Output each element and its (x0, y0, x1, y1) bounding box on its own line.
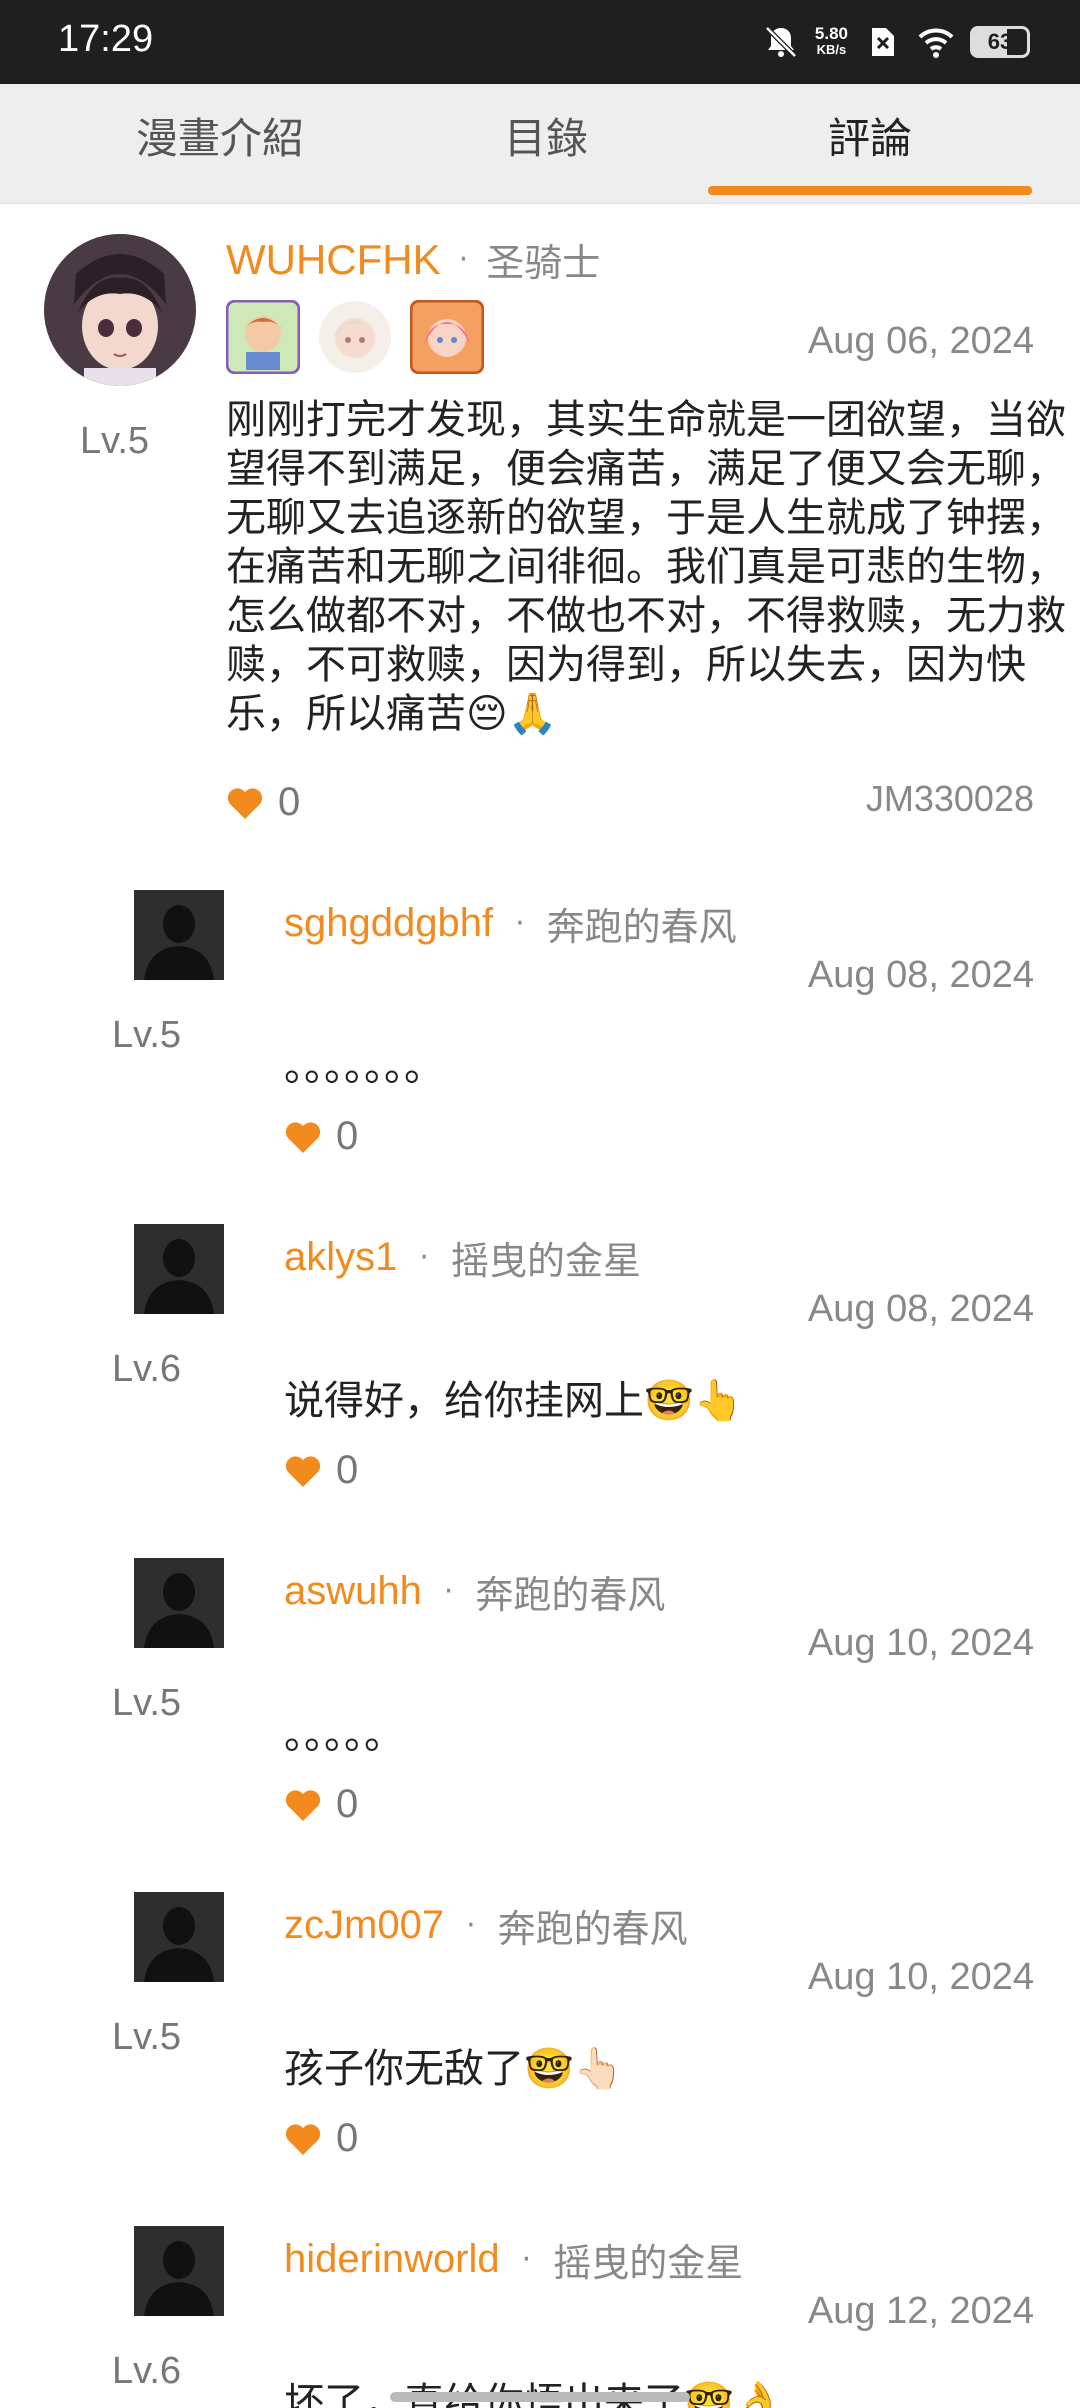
like-count: 0 (336, 1114, 359, 1158)
badge-icon[interactable] (318, 300, 392, 374)
heart-icon (285, 1121, 321, 1153)
reply-item: Lv.6 aklys1 · 摇曳的金星 Aug 08, 2024 说得好，给你挂… (0, 1224, 1080, 1558)
heart-icon (285, 2123, 321, 2155)
user-level: Lv.5 (112, 1014, 182, 1056)
separator-dot: · (443, 1574, 454, 1609)
comment-header: aswuhh · 奔跑的春风 (284, 1564, 665, 1619)
comment-date: Aug 08, 2024 (807, 954, 1034, 996)
comic-id[interactable]: JM330028 (866, 778, 1034, 820)
comment-date: Aug 06, 2024 (807, 320, 1034, 362)
comment-text: 刚刚打完才发现，其实生命就是一团欲望，当欲望得不到满足，便会痛苦，满足了便又会无… (226, 397, 1066, 737)
status-icons: 5.80 KB/s 63 (761, 20, 1030, 64)
avatar[interactable] (134, 1224, 224, 1314)
user-rank: 奔跑的春风 (475, 1573, 666, 1617)
comment-text: 。。。。。 (284, 1712, 404, 1758)
default-avatar-icon (134, 890, 224, 980)
separator-dot: · (458, 242, 469, 277)
user-rank: 摇曳的金星 (450, 1239, 641, 1283)
like-button[interactable]: 0 (226, 780, 300, 825)
default-avatar-icon (134, 1224, 224, 1314)
avatar[interactable] (134, 890, 224, 980)
like-count: 0 (278, 780, 301, 824)
comment-text: 。。。。。。。 (284, 1044, 444, 1090)
separator-dot: · (515, 906, 525, 941)
clock: 17:29 (58, 18, 154, 60)
wifi-icon (918, 28, 954, 58)
tab-contents[interactable]: 目錄 (386, 84, 706, 204)
default-avatar-icon (134, 1558, 224, 1648)
sim-off-icon (872, 28, 894, 56)
username[interactable]: aklys1 (284, 1235, 397, 1280)
comment-header: aklys1 · 摇曳的金星 (284, 1230, 641, 1285)
active-tab-indicator (708, 186, 1032, 195)
comment-header: WUHCFHK · 圣骑士 (226, 232, 600, 287)
anime-avatar-icon (44, 234, 196, 386)
avatar[interactable] (44, 234, 196, 386)
like-count: 0 (336, 1782, 359, 1826)
user-rank: 圣骑士 (486, 241, 601, 285)
comment-date: Aug 10, 2024 (807, 1956, 1034, 1998)
home-indicator[interactable] (390, 2392, 690, 2402)
heart-icon (285, 1455, 321, 1487)
avatar[interactable] (134, 2226, 224, 2316)
comment-header: sghgddgbhf · 奔跑的春风 (284, 896, 737, 951)
tab-comic-intro[interactable]: 漫畫介紹 (60, 84, 380, 204)
like-button[interactable]: 0 (284, 1448, 358, 1493)
like-button[interactable]: 0 (284, 1114, 358, 1159)
avatar[interactable] (134, 1558, 224, 1648)
username[interactable]: zcJm007 (284, 1903, 444, 1948)
like-count: 0 (336, 2116, 359, 2160)
reply-item: Lv.6 hiderinworld · 摇曳的金星 Aug 12, 2024 坏… (0, 2226, 1080, 2408)
reply-item: Lv.5 sghgddgbhf · 奔跑的春风 Aug 08, 2024 。。。… (0, 890, 1080, 1224)
default-avatar-icon (134, 1892, 224, 1982)
username[interactable]: sghgddgbhf (284, 901, 493, 946)
separator-dot: · (521, 2242, 532, 2277)
user-level: Lv.5 (112, 2016, 182, 2058)
tab-bar: 漫畫介紹 目錄 評論 (0, 84, 1080, 204)
avatar[interactable] (134, 1892, 224, 1982)
user-rank: 摇曳的金星 (553, 2241, 744, 2285)
user-rank: 奔跑的春风 (497, 1907, 688, 1951)
user-rank: 奔跑的春风 (546, 905, 737, 949)
reply-item: Lv.5 aswuhh · 奔跑的春风 Aug 10, 2024 。。。。。 0 (0, 1558, 1080, 1892)
comment-text: 孩子你无敌了🤓👆🏻 (284, 2046, 624, 2092)
comment-header: hiderinworld · 摇曳的金星 (284, 2232, 743, 2287)
user-level: Lv.6 (112, 2350, 182, 2392)
badge-icon[interactable] (410, 300, 484, 374)
battery-icon: 63 (970, 26, 1030, 58)
badge-list (226, 300, 484, 374)
like-button[interactable]: 0 (284, 1782, 358, 1827)
like-button[interactable]: 0 (284, 2116, 358, 2161)
username[interactable]: hiderinworld (284, 2237, 500, 2282)
comment-header: zcJm007 · 奔跑的春风 (284, 1898, 688, 1953)
comment-text: 坏了，真给你悟出来了🤓👌 (284, 2370, 784, 2408)
separator-dot: · (419, 1240, 429, 1275)
network-speed: 5.80 KB/s (814, 24, 848, 57)
like-count: 0 (336, 1448, 359, 1492)
heart-icon (227, 787, 263, 819)
comment-date: Aug 10, 2024 (807, 1622, 1034, 1664)
user-level: Lv.6 (112, 1348, 182, 1390)
username[interactable]: WUHCFHK (226, 236, 441, 284)
comment-text: 说得好，给你挂网上🤓👆 (284, 1378, 744, 1424)
status-bar: 17:29 5.80 KB/s 63 (0, 0, 1080, 84)
heart-icon (285, 1789, 321, 1821)
separator-dot: · (466, 1908, 476, 1943)
user-level: Lv.5 (112, 1682, 182, 1724)
username[interactable]: aswuhh (284, 1569, 422, 1614)
default-avatar-icon (134, 2226, 224, 2316)
comment-date: Aug 12, 2024 (807, 2290, 1034, 2332)
bell-muted-icon (765, 26, 797, 58)
reply-item: Lv.5 zcJm007 · 奔跑的春风 Aug 10, 2024 孩子你无敌了… (0, 1892, 1080, 2226)
user-level: Lv.5 (80, 420, 150, 462)
comment-date: Aug 08, 2024 (807, 1288, 1034, 1330)
badge-icon[interactable] (226, 300, 300, 374)
